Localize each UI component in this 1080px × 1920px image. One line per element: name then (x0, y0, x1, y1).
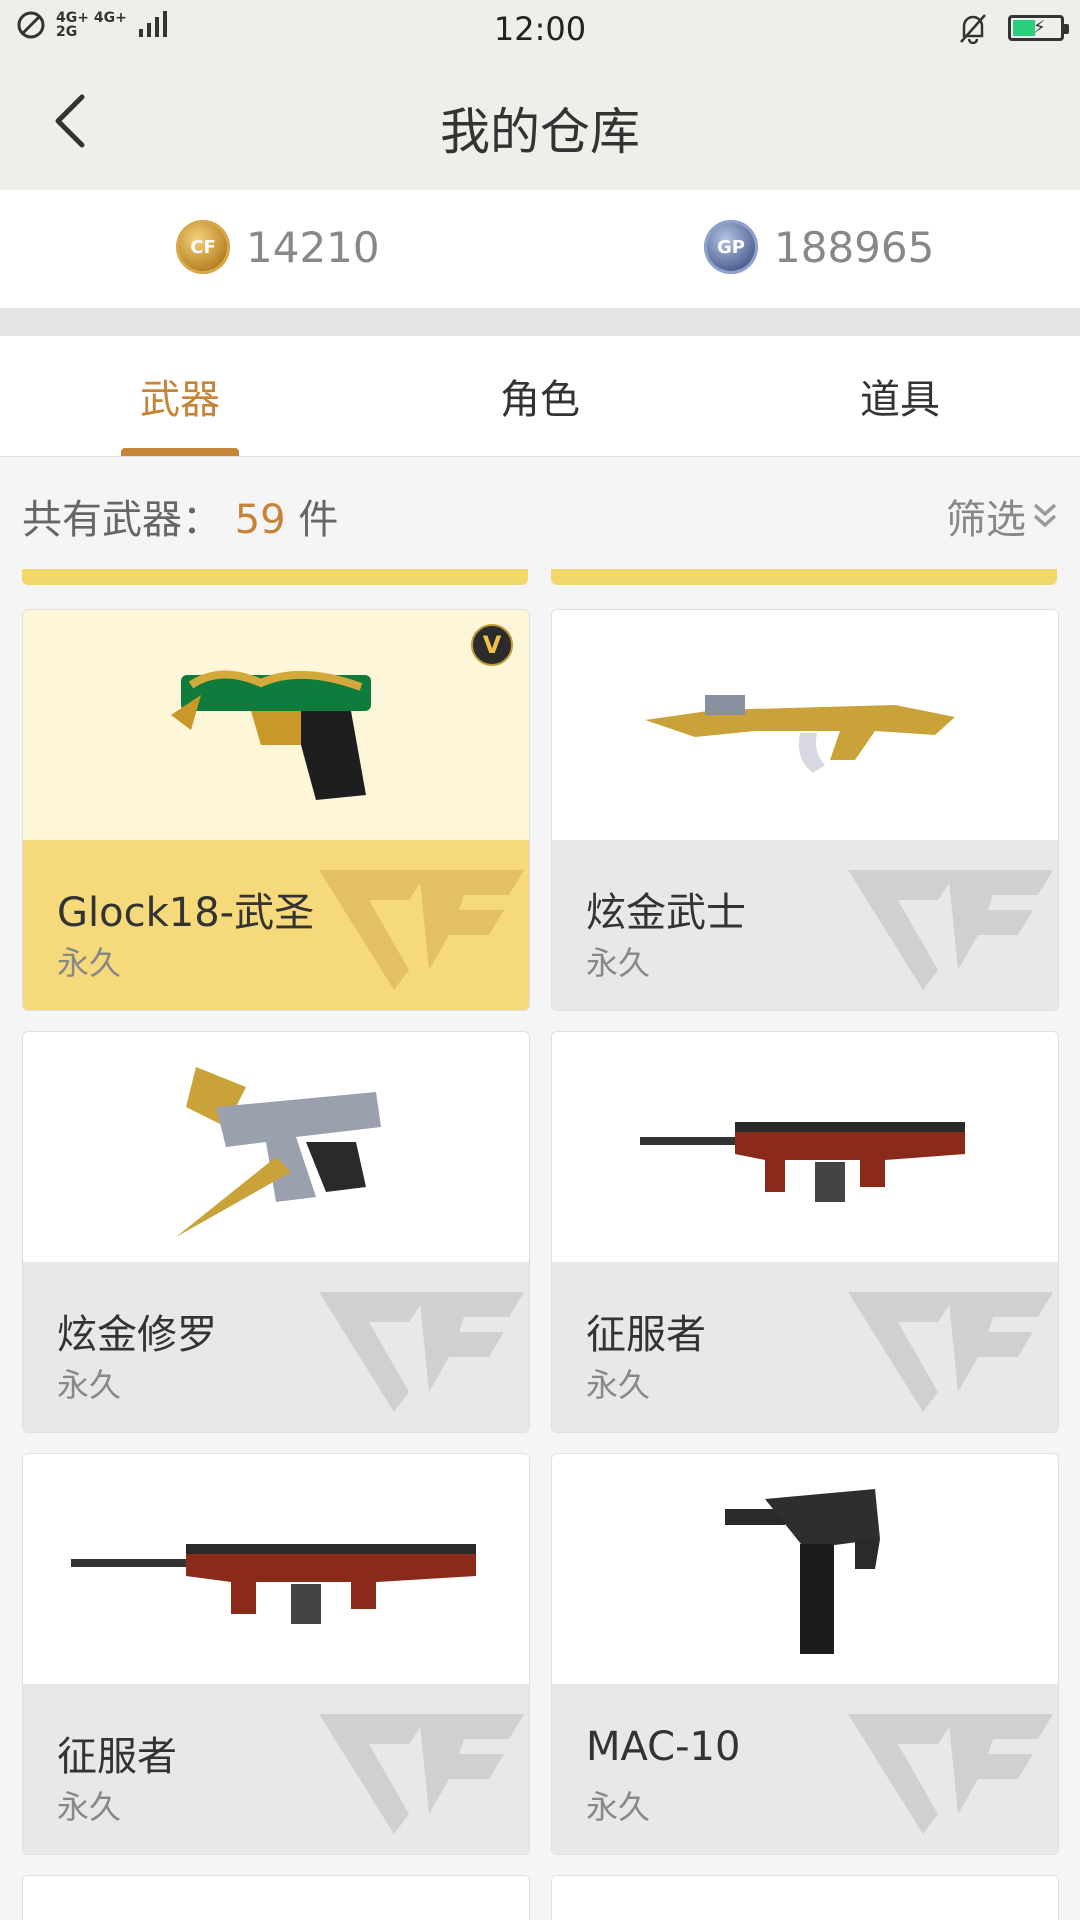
count-prefix: 共有武器： (22, 497, 222, 543)
pistol-icon (171, 670, 371, 800)
active-tab-indicator (121, 448, 239, 456)
weapon-name: MAC-10 (586, 1724, 741, 1770)
weapon-image (23, 1876, 529, 1920)
vip-badge-icon: V (471, 624, 513, 666)
cf-watermark-icon (848, 1714, 1053, 1834)
weapon-image (23, 1454, 529, 1684)
count-number: 59 (234, 497, 286, 543)
partial-card-top-right (551, 569, 1057, 585)
weapon-image (552, 1454, 1058, 1684)
weapon-duration: 永久 (57, 1788, 122, 1826)
page-title: 我的仓库 (440, 103, 640, 161)
header: 我的仓库 (0, 56, 1080, 190)
weapon-duration: 永久 (586, 944, 651, 982)
weapon-image (552, 1032, 1058, 1262)
weapon-card[interactable]: 征服者 永久 (22, 1453, 530, 1855)
weapon-name: Glock18-武圣 (57, 890, 315, 936)
partial-card-top-left (22, 569, 528, 585)
weapon-name: 征服者 (586, 1312, 706, 1358)
weapon-image (23, 1032, 529, 1262)
weapon-duration: 永久 (586, 1366, 651, 1404)
tab-props-label: 道具 (860, 377, 940, 423)
cf-watermark-icon (848, 1292, 1053, 1412)
cf-watermark-icon (319, 1714, 524, 1834)
partial-card-bottom-right[interactable] (551, 1875, 1059, 1920)
shotgun-icon (640, 1122, 965, 1202)
filter-label: 筛选 (946, 497, 1026, 543)
smg-icon (725, 1489, 880, 1654)
tab-props[interactable]: 道具 (720, 336, 1080, 456)
weapon-count: 共有武器： 59 件 (22, 487, 338, 545)
weapon-name: 炫金武士 (586, 890, 746, 936)
weapon-image (552, 610, 1058, 840)
category-tabs: 武器 角色 道具 (0, 336, 1080, 457)
tab-characters-label: 角色 (500, 377, 580, 423)
charging-bolt-icon: ⚡ (1033, 17, 1046, 38)
shotgun-icon (71, 1544, 476, 1624)
status-right: ⚡ (958, 12, 1069, 44)
weapon-info: MAC-10 永久 (552, 1684, 1058, 1854)
bell-off-icon (960, 14, 986, 44)
cf-currency: CF 14210 (176, 220, 380, 274)
cf-watermark-icon (319, 870, 524, 990)
count-bar: 共有武器： 59 件 筛选 (0, 457, 1080, 569)
weapon-duration: 永久 (57, 944, 122, 982)
weapon-name: 炫金修罗 (57, 1312, 217, 1358)
tab-weapons[interactable]: 武器 (0, 336, 360, 456)
weapon-card[interactable]: 炫金武士 永久 (551, 609, 1059, 1011)
rifle-icon (645, 695, 955, 773)
count-unit: 件 (298, 497, 339, 543)
weapon-name: 征服者 (57, 1734, 177, 1780)
cf-watermark-icon (319, 1292, 524, 1412)
weapon-card[interactable]: 征服者 永久 (551, 1031, 1059, 1433)
cf-watermark-icon (848, 870, 1053, 990)
weapon-info: Glock18-武圣 永久 (23, 840, 529, 1010)
weapon-image (552, 1876, 1058, 1920)
filter-button[interactable]: 筛选 (946, 487, 1058, 545)
weapon-grid: V Glock18-武圣 永久 炫金武士 永久 炫金修罗 永久 征服者 永久 征… (0, 569, 1080, 1920)
tab-weapons-label: 武器 (140, 377, 220, 423)
weapon-image (23, 610, 529, 840)
currency-bar: CF 14210 GP 188965 (0, 190, 1080, 308)
weapon-card[interactable]: V Glock18-武圣 永久 (22, 609, 530, 1011)
partial-card-bottom-left[interactable] (22, 1875, 530, 1920)
status-time: 12:00 (493, 10, 587, 48)
gp-amount: 188965 (774, 222, 935, 272)
tab-characters[interactable]: 角色 (360, 336, 720, 456)
weapon-info: 炫金修罗 永久 (23, 1262, 529, 1432)
weapon-duration: 永久 (586, 1788, 651, 1826)
gp-coin-icon: GP (704, 220, 758, 274)
weapon-info: 炫金武士 永久 (552, 840, 1058, 1010)
weapon-duration: 永久 (57, 1366, 122, 1404)
weapon-card[interactable]: 炫金修罗 永久 (22, 1031, 530, 1433)
double-chevron-down-icon (1033, 503, 1057, 528)
weapon-info: 征服者 永久 (552, 1262, 1058, 1432)
battery-icon: ⚡ (1008, 15, 1069, 41)
cf-coin-icon: CF (176, 220, 230, 274)
weapon-info: 征服者 永久 (23, 1684, 529, 1854)
status-bar: 4G+ 4G+ 2G 12:00 ⚡ (0, 0, 1080, 56)
gp-currency: GP 188965 (704, 220, 934, 274)
pistol-blade-icon (176, 1067, 381, 1237)
cf-amount: 14210 (246, 222, 380, 272)
weapon-card[interactable]: MAC-10 永久 (551, 1453, 1059, 1855)
divider-strip (0, 308, 1080, 336)
battery-fill (1013, 20, 1035, 36)
